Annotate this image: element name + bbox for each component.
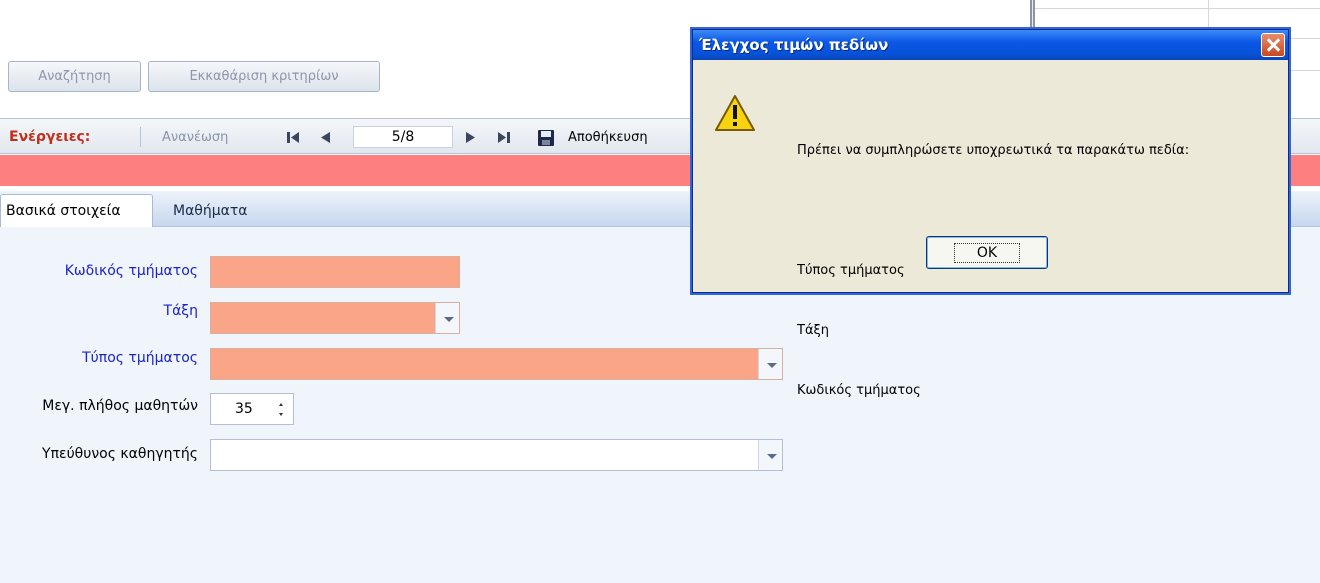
refresh-button[interactable]: Ανανέωση bbox=[162, 130, 228, 145]
validation-dialog: Έλεγχος τιμών πεδίων Πρέπει να συμπληρώσ… bbox=[692, 29, 1289, 398]
next-record-icon[interactable] bbox=[464, 131, 478, 144]
first-record-icon[interactable] bbox=[286, 131, 300, 144]
type-label: Τύπος τμήματος bbox=[82, 350, 198, 366]
tab-basic-info[interactable]: Βασικά στοιχεία bbox=[0, 194, 153, 227]
previous-record-icon[interactable] bbox=[318, 131, 332, 144]
clear-criteria-button[interactable]: Εκκαθάριση κριτηρίων bbox=[148, 61, 380, 92]
actions-label: Ενέργειες: bbox=[9, 129, 91, 145]
dialog-title: Έλεγχος τιμών πεδίων bbox=[699, 36, 889, 54]
warning-icon bbox=[715, 95, 755, 131]
class-select[interactable] bbox=[210, 302, 460, 334]
save-button[interactable]: Αποθήκευση bbox=[568, 130, 648, 145]
spin-up-icon[interactable] bbox=[279, 403, 283, 406]
chevron-down-icon[interactable] bbox=[758, 349, 782, 379]
dialog-message: Πρέπει να συμπληρώσετε υποχρεωτικά τα πα… bbox=[797, 101, 1189, 441]
missing-field: Κωδικός τμήματος bbox=[797, 383, 921, 398]
search-button[interactable]: Αναζήτηση bbox=[8, 61, 141, 92]
ok-button[interactable]: OK bbox=[926, 236, 1048, 269]
chevron-down-icon[interactable] bbox=[758, 440, 782, 470]
code-field[interactable] bbox=[210, 256, 460, 288]
spin-down-icon[interactable] bbox=[279, 413, 283, 416]
chevron-down-icon[interactable] bbox=[435, 303, 459, 333]
max-students-label: Μεγ. πλήθος μαθητών bbox=[42, 398, 198, 414]
tab-courses[interactable]: Μαθήματα bbox=[168, 194, 253, 227]
record-position: 5/8 bbox=[353, 126, 453, 148]
max-students-stepper[interactable]: 35 bbox=[210, 393, 294, 425]
teacher-select[interactable] bbox=[210, 439, 783, 471]
close-icon[interactable] bbox=[1261, 33, 1285, 57]
save-icon[interactable] bbox=[538, 130, 554, 146]
type-select[interactable] bbox=[210, 348, 783, 380]
missing-field: Τάξη bbox=[797, 323, 829, 338]
code-label: Κωδικός τμήματος bbox=[64, 263, 198, 279]
class-label: Τάξη bbox=[163, 303, 198, 319]
teacher-label: Υπεύθυνος καθηγητής bbox=[42, 446, 198, 462]
dialog-titlebar: Έλεγχος τιμών πεδίων bbox=[693, 30, 1288, 60]
last-record-icon[interactable] bbox=[497, 131, 511, 144]
